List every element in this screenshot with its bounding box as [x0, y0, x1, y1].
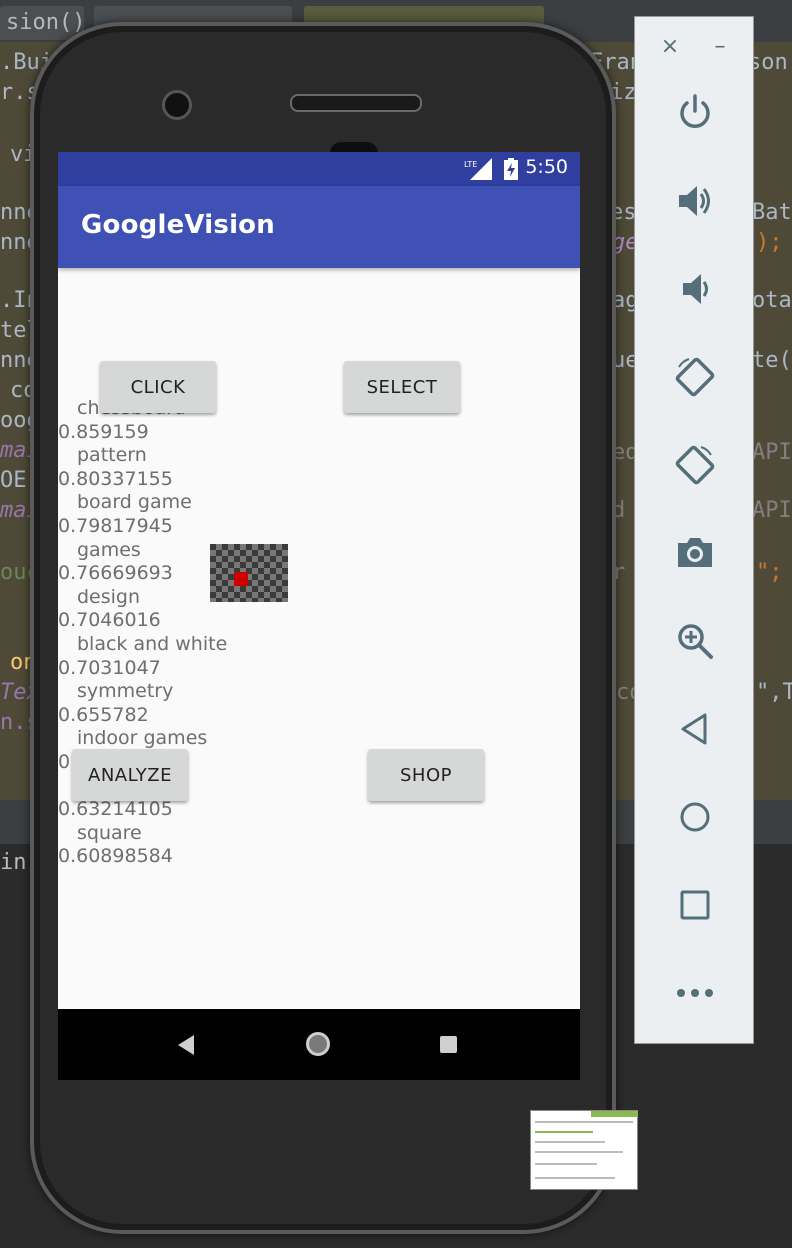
nav-home-icon[interactable]: [306, 1032, 330, 1056]
overview-icon[interactable]: [665, 875, 725, 935]
result-label: board game: [77, 491, 192, 514]
code-text: te(: [752, 348, 792, 373]
code-text: Bat: [752, 200, 792, 225]
minimize-icon[interactable]: –: [705, 35, 735, 59]
volume-down-icon[interactable]: [665, 259, 725, 319]
thumbnail-line: [535, 1121, 633, 1123]
battery-charging-icon: [504, 158, 518, 180]
code-text: ota: [752, 288, 792, 313]
back-icon[interactable]: [665, 699, 725, 759]
power-icon[interactable]: [665, 83, 725, 143]
shop-button[interactable]: SHOP: [368, 749, 484, 801]
result-score: 0.79817945: [58, 514, 173, 537]
navigation-bar: [58, 1009, 580, 1080]
code-text: API: [752, 440, 792, 465]
code-text: API: [752, 498, 792, 523]
volume-up-icon[interactable]: [665, 171, 725, 231]
code-text: OE: [0, 468, 27, 493]
result-score: 0.7031047: [58, 656, 161, 679]
image-red-square: [234, 572, 248, 586]
status-bar: LTE 5:50: [58, 152, 580, 186]
result-label: games: [77, 538, 141, 561]
nav-back-icon[interactable]: [178, 1035, 194, 1055]
thumbnail-line: [535, 1151, 623, 1153]
thumbnail-header: [591, 1111, 638, 1117]
result-label: black and white: [77, 632, 228, 655]
code-text: );: [756, 230, 783, 255]
emulator-toolbar: × –: [634, 16, 754, 1044]
result-score: 0.655782: [58, 703, 149, 726]
home-icon[interactable]: [665, 787, 725, 847]
result-score: 0.60898584: [58, 845, 173, 868]
select-button[interactable]: SELECT: [344, 361, 460, 413]
app-toolbar: GoogleVision: [58, 186, 580, 268]
thumbnail-line: [535, 1177, 615, 1179]
analyzed-image-thumbnail: [210, 544, 288, 602]
result-score: 0.859159: [58, 420, 149, 443]
result-label: square: [77, 821, 142, 844]
click-button[interactable]: CLICK: [100, 361, 216, 413]
nav-recents-icon[interactable]: [440, 1036, 457, 1053]
result-label: design: [77, 585, 141, 608]
rotate-right-icon[interactable]: [665, 435, 725, 495]
result-score: 0.80337155: [58, 467, 173, 490]
code-text: ",T: [756, 680, 792, 705]
result-score: 0.76669693: [58, 562, 173, 585]
result-label: symmetry: [77, 680, 174, 703]
lte-label: LTE: [464, 160, 477, 169]
result-label: pattern: [77, 444, 147, 467]
zoom-icon[interactable]: [665, 611, 725, 671]
earpiece-speaker: [290, 94, 422, 112]
app-title: GoogleVision: [81, 210, 275, 240]
console-text: in: [0, 850, 27, 875]
thumbnail-line: [535, 1131, 593, 1133]
rotate-left-icon[interactable]: [665, 347, 725, 407]
thumbnail-line: [535, 1163, 597, 1165]
analyze-button[interactable]: ANALYZE: [72, 749, 188, 801]
more-icon[interactable]: [665, 963, 725, 1023]
close-icon[interactable]: ×: [655, 35, 685, 59]
thumbnail-line: [535, 1141, 605, 1143]
code-text: ";: [756, 560, 783, 585]
lte-signal-icon: LTE: [464, 158, 492, 180]
result-score: 0.63214105: [58, 798, 173, 821]
front-camera: [162, 90, 192, 120]
status-time: 5:50: [525, 156, 568, 178]
window-preview-thumbnail[interactable]: [530, 1110, 638, 1190]
camera-icon[interactable]: [665, 523, 725, 583]
result-score: 0.7046016: [58, 609, 161, 632]
phone-screen: LTE 5:50 GoogleVision chessboard0.859159…: [58, 152, 580, 1080]
result-label: indoor games: [77, 727, 208, 750]
ide-tab[interactable]: sion(): [0, 6, 84, 40]
